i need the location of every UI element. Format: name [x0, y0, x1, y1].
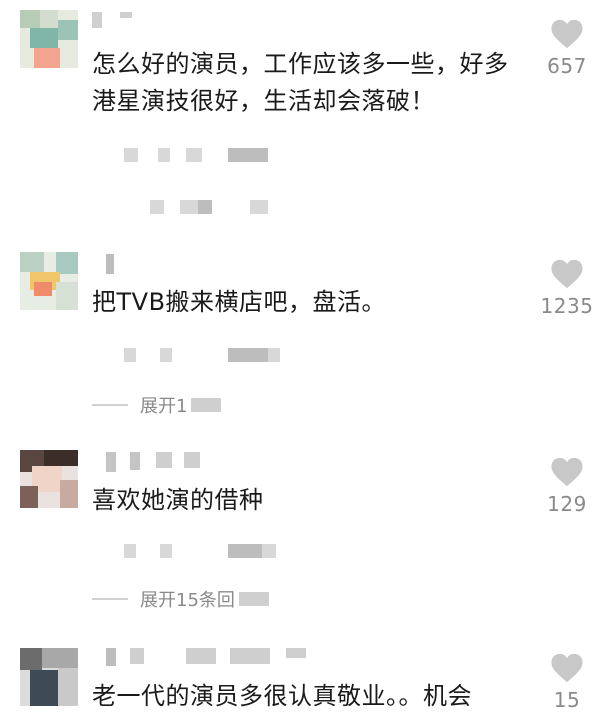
comment-item: 喜欢她演的借种 129 展开15条回: [0, 440, 607, 640]
like-count: 15: [553, 688, 581, 712]
expand-label: 展开1: [140, 396, 188, 417]
like-count: 1235: [540, 294, 594, 318]
like-count: 657: [547, 54, 587, 78]
expand-replies-link[interactable]: 展开1: [92, 392, 222, 418]
comment-text: 喜欢她演的借种: [92, 486, 264, 514]
avatar[interactable]: [20, 450, 78, 508]
comment-item: 老一代的演员多很认真敬业。。机会 15: [0, 640, 607, 712]
avatar[interactable]: [20, 648, 78, 706]
heart-icon: [551, 457, 583, 487]
username-blurred[interactable]: [92, 12, 152, 28]
like-count: 129: [547, 492, 587, 516]
heart-icon: [551, 19, 583, 49]
comment-text: 把TVB搬来横店吧，盘活。: [92, 288, 387, 316]
like-button[interactable]: 15: [535, 652, 599, 712]
username-blurred[interactable]: [100, 254, 140, 274]
reply-blurred: [110, 148, 290, 162]
heart-icon: [551, 259, 583, 289]
avatar[interactable]: [20, 10, 78, 68]
comment-item: 把TVB搬来横店吧，盘活。 1235 展开1: [0, 240, 607, 440]
expand-replies-link[interactable]: 展开15条回: [92, 586, 269, 612]
avatar[interactable]: [20, 252, 78, 310]
divider-line: [92, 404, 128, 406]
expand-label: 展开15条回: [140, 590, 235, 611]
reply-blurred: [110, 348, 290, 362]
like-button[interactable]: 1235: [535, 258, 599, 318]
reply-blurred: [110, 200, 290, 214]
like-button[interactable]: 657: [535, 18, 599, 78]
like-button[interactable]: 129: [535, 456, 599, 516]
username-blurred[interactable]: [100, 648, 320, 666]
reply-blurred: [110, 544, 290, 558]
divider-line: [92, 598, 128, 600]
username-blurred[interactable]: [100, 452, 220, 472]
comment-text: 怎么好的演员，工作应该多一些，好多港星演技很好，生活却会落破！: [92, 50, 509, 115]
heart-icon: [551, 653, 583, 683]
comment-text: 老一代的演员多很认真敬业。。机会: [92, 682, 472, 710]
comment-item: 怎么好的演员，工作应该多一些，好多港星演技很好，生活却会落破！ 657: [0, 0, 607, 240]
